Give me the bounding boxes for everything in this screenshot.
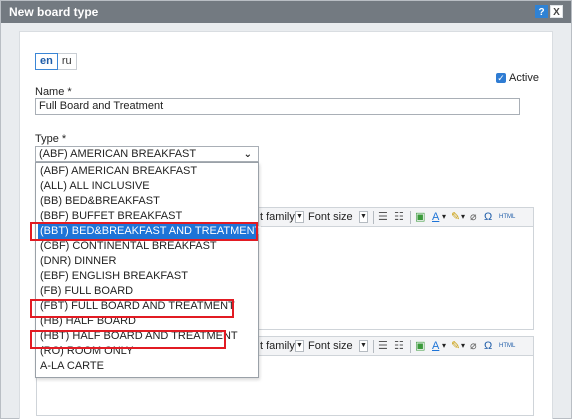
name-input[interactable]: Full Board and Treatment — [35, 98, 520, 115]
bulleted-list-icon[interactable]: ☰ — [378, 339, 388, 353]
numbered-list-icon[interactable]: ☷ — [394, 210, 404, 224]
font-size-select[interactable]: Font size — [308, 339, 353, 353]
toolbar-divider — [410, 340, 411, 353]
highlight-box-fbt — [30, 299, 234, 318]
dialog-title: New board type — [9, 5, 99, 19]
type-select[interactable]: (ABF) AMERICAN BREAKFAST ⌄ — [35, 146, 259, 162]
active-label: Active — [509, 72, 539, 84]
type-option[interactable]: (BB) BED&BREAKFAST — [38, 194, 256, 209]
close-button[interactable]: X — [550, 5, 563, 18]
html-source-button[interactable]: HTML — [499, 339, 515, 353]
type-select-value: (ABF) AMERICAN BREAKFAST — [39, 148, 197, 160]
help-button[interactable]: ? — [535, 5, 548, 18]
font-size-select[interactable]: Font size — [308, 210, 353, 224]
tab-language-en[interactable]: en — [35, 53, 58, 70]
type-option[interactable]: (ABF) AMERICAN BREAKFAST — [38, 164, 256, 179]
omega-symbol-icon[interactable]: Ω — [484, 210, 492, 224]
text-color-icon[interactable]: A — [432, 339, 439, 353]
insert-image-icon[interactable]: ▣ — [415, 210, 425, 224]
numbered-list-icon[interactable]: ☷ — [394, 339, 404, 353]
highlight-box-bbt — [30, 222, 258, 241]
tab-language-ru[interactable]: ru — [58, 54, 76, 69]
type-option[interactable]: (EBF) ENGLISH BREAKFAST — [38, 269, 256, 284]
highlight-box-hbt — [30, 330, 226, 349]
type-option[interactable]: (ALL) ALL INCLUSIVE — [38, 179, 256, 194]
insert-image-icon[interactable]: ▣ — [415, 339, 425, 353]
highlight-dropdown-icon[interactable]: ▾ — [461, 210, 465, 224]
dialog-titlebar[interactable]: New board type ? X — [1, 1, 571, 23]
bulleted-list-icon[interactable]: ☰ — [378, 210, 388, 224]
chevron-down-icon: ⌄ — [243, 149, 252, 160]
highlight-color-icon[interactable]: ✎ — [451, 339, 460, 353]
dropdown-arrow-icon[interactable]: ▼ — [359, 340, 368, 352]
font-family-select[interactable]: t family — [260, 210, 295, 224]
clear-format-icon[interactable]: ⌀ — [470, 339, 477, 353]
name-label: Name * — [35, 86, 72, 98]
toolbar-divider — [373, 340, 374, 353]
type-option[interactable]: A-LA CARTE — [38, 359, 256, 374]
text-color-dropdown-icon[interactable]: ▾ — [442, 210, 446, 224]
active-checkbox-group[interactable]: ✓ Active — [496, 72, 539, 84]
dropdown-arrow-icon[interactable]: ▼ — [295, 340, 304, 352]
highlight-color-icon[interactable]: ✎ — [451, 210, 460, 224]
html-source-button[interactable]: HTML — [499, 210, 515, 224]
clear-format-icon[interactable]: ⌀ — [470, 210, 477, 224]
type-option[interactable]: (FB) FULL BOARD — [38, 284, 256, 299]
text-color-icon[interactable]: A — [432, 210, 439, 224]
dropdown-arrow-icon[interactable]: ▼ — [359, 211, 368, 223]
font-family-select[interactable]: t family — [260, 339, 295, 353]
highlight-dropdown-icon[interactable]: ▾ — [461, 339, 465, 353]
language-tabs: en ru — [35, 53, 77, 70]
omega-symbol-icon[interactable]: Ω — [484, 339, 492, 353]
type-option[interactable]: (CBF) CONTINENTAL BREAKFAST — [38, 239, 256, 254]
toolbar-divider — [410, 211, 411, 224]
type-label: Type * — [35, 133, 67, 145]
toolbar-divider — [373, 211, 374, 224]
dropdown-arrow-icon[interactable]: ▼ — [295, 211, 304, 223]
type-option[interactable]: (DNR) DINNER — [38, 254, 256, 269]
text-color-dropdown-icon[interactable]: ▾ — [442, 339, 446, 353]
active-checkbox[interactable]: ✓ — [496, 73, 506, 83]
